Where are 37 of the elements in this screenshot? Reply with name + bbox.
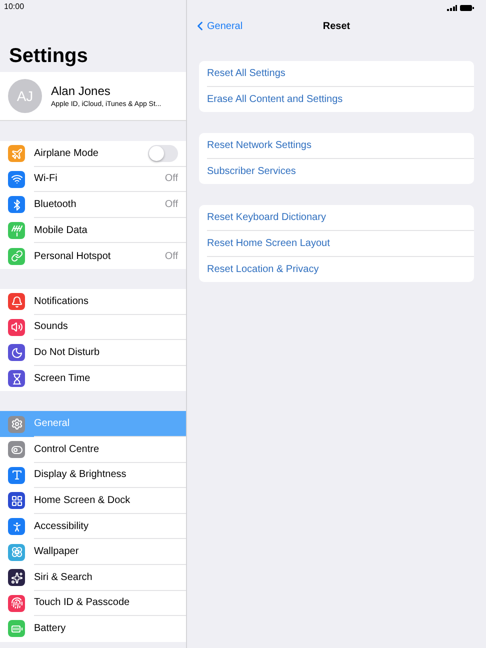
back-link[interactable]: General <box>193 19 243 33</box>
row-label: General <box>34 418 70 430</box>
signal-icon <box>447 5 457 11</box>
row-label: Display & Brightness <box>34 469 126 480</box>
row-label: Airplane Mode <box>34 148 98 159</box>
row-label: Battery <box>34 623 66 634</box>
status-time: 10:00 <box>3 1 26 13</box>
row-label: Mobile Data <box>34 224 88 236</box>
reset-option[interactable]: Reset Network Settings <box>207 140 312 151</box>
row-label: Notifications <box>34 296 88 307</box>
profile-name: Alan Jones <box>51 84 112 98</box>
reset-option[interactable]: Erase All Content and Settings <box>207 94 343 105</box>
reset-option[interactable]: Reset Location & Privacy <box>207 264 319 275</box>
row-value: Off <box>164 198 178 210</box>
row-label: Home Screen & Dock <box>34 494 130 506</box>
row-label: Bluetooth <box>34 198 76 210</box>
reset-option[interactable]: Subscriber Services <box>207 166 296 178</box>
row-label: Personal Hotspot <box>34 250 111 262</box>
row-label: Sounds <box>34 321 68 332</box>
row-label: Wi-Fi <box>34 173 58 184</box>
row-label: Touch ID & Passcode <box>34 597 130 608</box>
row-label: Control Centre <box>34 444 100 455</box>
toggle-switch[interactable] <box>148 144 178 162</box>
avatar: AJ <box>8 79 42 113</box>
row-value: Off <box>164 173 178 184</box>
battery-icon <box>460 5 474 11</box>
reset-option[interactable]: Reset All Settings <box>207 68 286 79</box>
row-label: Do Not Disturb <box>34 346 100 358</box>
sidebar-title: Settings <box>8 44 89 69</box>
row-label: Screen Time <box>34 373 90 384</box>
row-label: Siri & Search <box>34 572 92 583</box>
reset-option[interactable]: Reset Home Screen Layout <box>207 238 330 249</box>
page-title: Reset <box>322 20 350 32</box>
row-label: Accessibility <box>34 520 88 532</box>
row-value: Off <box>164 250 178 262</box>
reset-option[interactable]: Reset Keyboard Dictionary <box>207 212 326 224</box>
row-label: Wallpaper <box>34 546 79 558</box>
